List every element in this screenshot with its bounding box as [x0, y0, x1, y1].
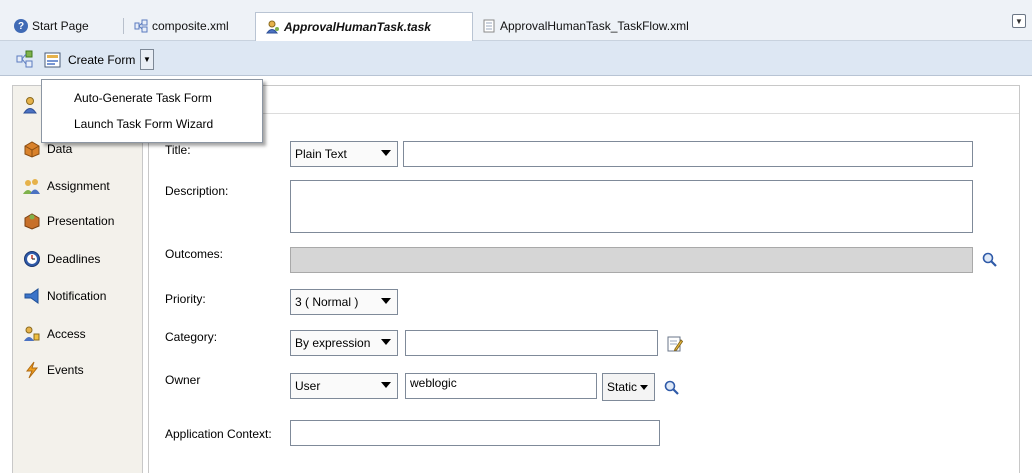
chevron-down-icon [381, 339, 391, 345]
outcomes-label: Outcomes: [165, 247, 224, 261]
owner-mode-select[interactable]: Static [602, 373, 655, 401]
create-form-label: Create Form [68, 52, 136, 67]
help-icon: ? [14, 19, 28, 33]
application-context-input[interactable] [290, 420, 660, 446]
priority-label: Priority: [165, 292, 206, 306]
create-form-dropdown-button[interactable]: ▼ [140, 49, 154, 70]
title-type-select[interactable]: Plain Text [290, 141, 398, 167]
application-context-label: Application Context: [165, 427, 272, 441]
sidebar-item-presentation[interactable]: Presentation [23, 210, 114, 232]
task-sections-nav: Data Assignment Presentation Deadlines N… [12, 85, 143, 473]
title-input[interactable] [403, 141, 973, 167]
chevron-down-icon [640, 384, 649, 390]
human-task-icon [266, 20, 279, 34]
sidebar-item-label: Events [47, 363, 84, 377]
description-textarea[interactable] [290, 180, 973, 233]
title-label: Title: [165, 143, 191, 157]
lightning-icon [25, 361, 39, 379]
sidebar-item-label: Assignment [47, 179, 110, 193]
clock-icon [24, 251, 40, 267]
select-value: Plain Text [295, 147, 347, 161]
expression-builder-icon[interactable] [667, 336, 683, 352]
owner-label: Owner [165, 373, 201, 387]
select-value: Static [607, 380, 638, 394]
tab-taskflow-xml[interactable]: ApprovalHumanTask_TaskFlow.xml [476, 14, 695, 38]
menu-item-label: Auto-Generate Task Form [74, 91, 212, 105]
sidebar-item-access[interactable]: Access [23, 323, 86, 345]
tab-start-page[interactable]: ? Start Page [8, 14, 95, 38]
sidebar-item-label: Access [47, 327, 86, 341]
tab-overflow-button[interactable]: ▼ [1012, 14, 1026, 28]
create-form-icon [44, 52, 61, 67]
tab-label: ApprovalHumanTask.task [284, 20, 431, 34]
sidebar-item-assignment[interactable]: Assignment [23, 175, 110, 197]
sidebar-item-deadlines[interactable]: Deadlines [23, 248, 100, 270]
sidebar-item-general[interactable] [23, 94, 41, 116]
sidebar-item-events[interactable]: Events [23, 359, 84, 381]
menu-item-auto-generate[interactable]: Auto-Generate Task Form [74, 88, 212, 108]
create-form-button[interactable]: Create Form [44, 49, 137, 70]
composite-view-icon[interactable] [16, 50, 34, 68]
notification-icon [24, 288, 39, 304]
chevron-down-icon [381, 150, 391, 156]
presentation-icon [24, 213, 40, 230]
sidebar-item-notification[interactable]: Notification [23, 285, 106, 307]
tab-label: ApprovalHumanTask_TaskFlow.xml [500, 19, 689, 33]
select-value: 3 ( Normal ) [295, 295, 359, 309]
search-icon[interactable] [664, 380, 680, 396]
assignment-icon [23, 179, 40, 194]
menu-item-launch-wizard[interactable]: Launch Task Form Wizard [74, 114, 213, 134]
owner-type-select[interactable]: User [290, 373, 398, 399]
search-icon[interactable] [982, 252, 998, 268]
sidebar-item-label: Presentation [47, 214, 115, 228]
tab-approval-human-task[interactable]: ApprovalHumanTask.task [255, 12, 473, 41]
category-type-select[interactable]: By expression [290, 330, 398, 356]
outcomes-input [290, 247, 973, 273]
toolbar: Create Form ▼ [0, 41, 1032, 76]
composite-icon [134, 19, 148, 33]
access-icon [24, 326, 40, 341]
menu-item-label: Launch Task Form Wizard [74, 117, 214, 131]
tab-label: composite.xml [152, 19, 229, 33]
select-value: User [295, 379, 321, 393]
general-icon [23, 97, 37, 114]
chevron-down-icon [381, 298, 391, 304]
select-value: By expression [295, 336, 371, 350]
sidebar-item-label: Data [47, 142, 73, 156]
data-icon [24, 141, 40, 158]
category-input[interactable] [405, 330, 658, 356]
tab-label: Start Page [32, 19, 89, 33]
create-form-menu: Auto-Generate Task Form Launch Task Form… [41, 79, 263, 143]
description-label: Description: [165, 184, 229, 198]
priority-select[interactable]: 3 ( Normal ) [290, 289, 398, 315]
editor-tab-strip: ? Start Page composite.xml ApprovalHuman… [0, 0, 1032, 41]
chevron-down-icon [381, 382, 391, 388]
owner-input[interactable]: weblogic [405, 373, 597, 399]
category-label: Category: [165, 330, 218, 344]
panel-header [149, 86, 1019, 114]
sidebar-item-label: Deadlines [47, 252, 101, 266]
xml-file-icon [483, 19, 495, 33]
tab-composite-xml[interactable]: composite.xml [128, 14, 235, 38]
tab-separator [123, 18, 124, 34]
sidebar-item-label: Notification [47, 289, 107, 303]
